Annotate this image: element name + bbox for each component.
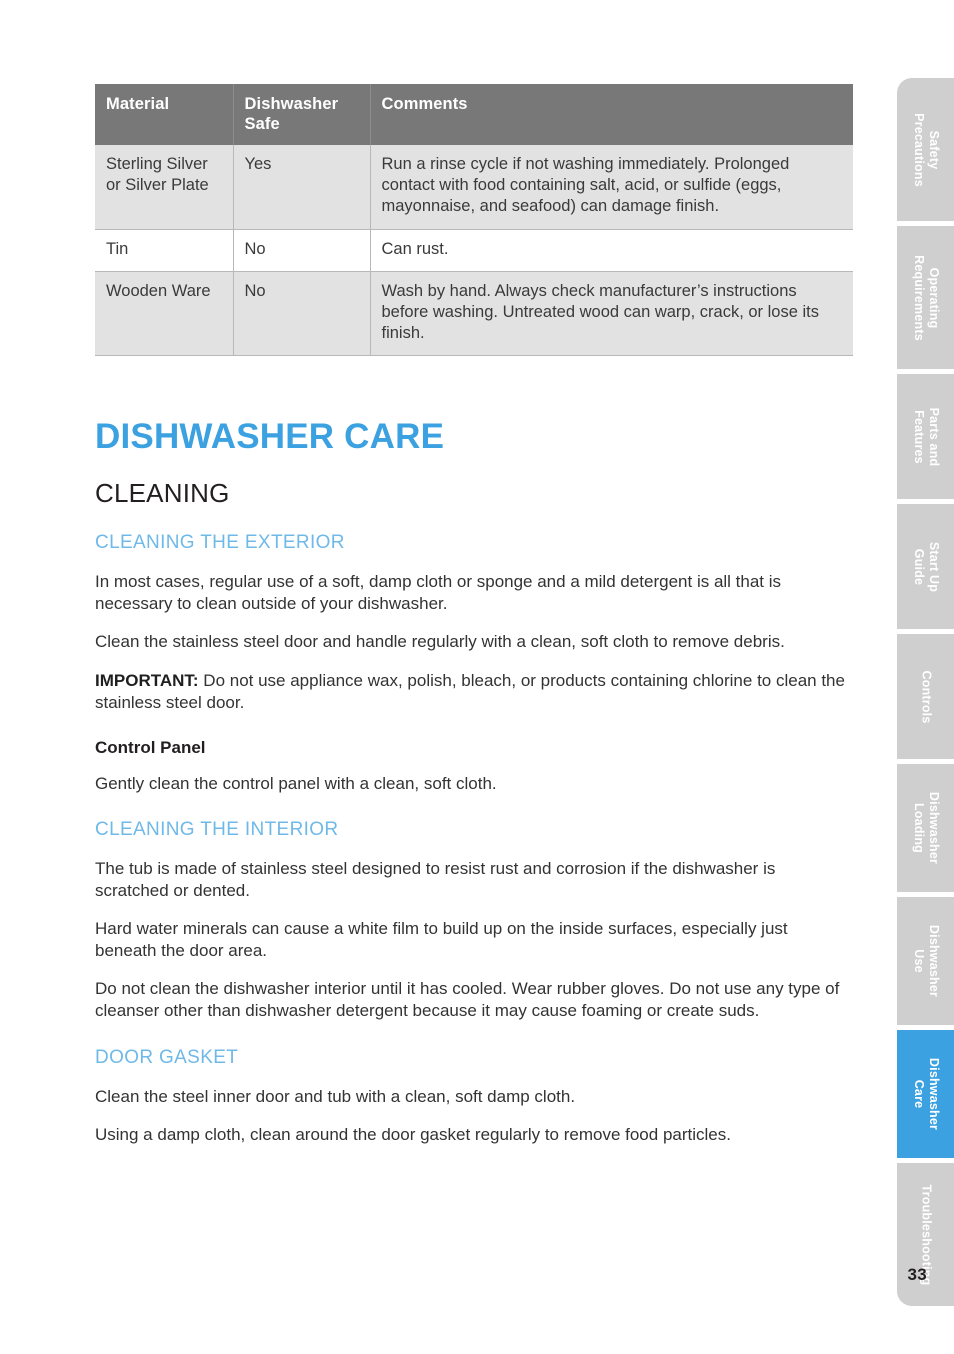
- tab-label: Controls: [918, 670, 933, 723]
- tab-label-line-1: Dishwasher: [926, 791, 941, 865]
- tab-label-line-1: Dishwasher: [926, 924, 941, 998]
- tab-label: Safety Precautions: [911, 113, 941, 187]
- table-row: Wooden Ware No Wash by hand. Always chec…: [95, 271, 853, 357]
- column-header-comments: Comments: [370, 84, 853, 146]
- paragraph-gasket-1: Clean the steel inner door and tub with …: [95, 1086, 576, 1106]
- tab-label-line-2: Loading: [911, 802, 926, 854]
- main-content-column: Material Dishwasher Safe Comments Sterli…: [95, 84, 855, 1146]
- tab-label-line-1: Safety: [926, 130, 941, 169]
- page-number: 33: [907, 1265, 927, 1284]
- paragraph-interior-2: Hard water minerals can cause a white fi…: [95, 919, 788, 960]
- column-header-dishwasher-safe: Dishwasher Safe: [233, 84, 371, 146]
- important-text: Do not use appliance wax, polish, bleach…: [95, 670, 845, 712]
- paragraph-exterior-1: In most cases, regular use of a soft, da…: [95, 572, 782, 613]
- cell-comments: Wash by hand. Always check manufacturer’…: [370, 271, 853, 357]
- tab-label-line-2: Features: [911, 409, 926, 464]
- column-header-line-1: Dishwasher: [244, 95, 339, 113]
- tab-label: Parts and Features: [911, 407, 941, 466]
- tab-label-line-2: Use: [911, 949, 926, 973]
- table-header-row: Material Dishwasher Safe Comments: [95, 84, 853, 146]
- tab-label-line-1: Operating: [926, 267, 941, 328]
- tab-parts-and-features[interactable]: Parts and Features: [897, 374, 954, 499]
- tab-label-line-1: Start Up: [926, 541, 941, 592]
- material-safety-table: Material Dishwasher Safe Comments Sterli…: [95, 84, 853, 357]
- table-header: Material Dishwasher Safe Comments: [95, 84, 853, 146]
- column-header-material: Material: [95, 84, 234, 146]
- subheading-cleaning-the-exterior: CLEANING THE EXTERIOR: [95, 532, 345, 554]
- cell-dishwasher-safe: Yes: [233, 145, 371, 230]
- tab-label-line-2: Precautions: [911, 112, 926, 187]
- tab-dishwasher-loading[interactable]: Dishwasher Loading: [897, 764, 954, 892]
- cell-comments: Can rust.: [370, 229, 853, 272]
- table-row: Tin No Can rust.: [95, 229, 853, 272]
- column-header-line-2: Safe: [244, 115, 280, 134]
- tab-label: Operating Requirements: [911, 255, 941, 341]
- tab-dishwasher-use[interactable]: Dishwasher Use: [897, 897, 954, 1025]
- paragraph-gasket-2: Using a damp cloth, clean around the doo…: [95, 1125, 731, 1145]
- tab-label-line-2: Requirements: [911, 254, 926, 341]
- subheading-cleaning-the-interior: CLEANING THE INTERIOR: [95, 819, 339, 841]
- tab-label: Dishwasher Care: [911, 1058, 941, 1130]
- tab-operating-requirements[interactable]: Operating Requirements: [897, 226, 954, 369]
- page-title: DISHWASHER CARE: [95, 417, 445, 457]
- tab-safety-precautions[interactable]: Safety Precautions: [897, 78, 954, 221]
- cell-dishwasher-safe: No: [233, 271, 371, 357]
- tab-label: Start Up Guide: [911, 541, 941, 591]
- minor-heading-control-panel: Control Panel: [95, 738, 206, 758]
- paragraph-interior-3: Do not clean the dishwasher interior unt…: [95, 979, 840, 1021]
- section-heading-cleaning: CLEANING: [95, 477, 230, 508]
- tab-label-line-2: Care: [911, 1079, 926, 1109]
- tab-label-line-1: Parts and: [926, 407, 941, 466]
- table-row: Sterling Silver or Silver Plate Yes Run …: [95, 145, 853, 230]
- table-body: Sterling Silver or Silver Plate Yes Run …: [95, 145, 853, 357]
- paragraph-exterior-important: IMPORTANT: Do not use appliance wax, pol…: [95, 670, 847, 713]
- section-tab-rail: Safety Precautions Operating Requirement…: [897, 78, 954, 1311]
- tab-start-up-guide[interactable]: Start Up Guide: [897, 504, 954, 629]
- tab-label-line-1: Controls: [918, 670, 933, 723]
- tab-controls[interactable]: Controls: [897, 634, 954, 759]
- tab-label: Dishwasher Loading: [911, 792, 941, 864]
- cell-dishwasher-safe: No: [233, 229, 371, 272]
- paragraph-exterior-2: Clean the stainless steel door and handl…: [95, 632, 785, 652]
- cell-material: Tin: [95, 229, 234, 272]
- document-page: Material Dishwasher Safe Comments Sterli…: [0, 0, 954, 1354]
- paragraph-control-panel: Gently clean the control panel with a cl…: [95, 773, 497, 793]
- tab-label: Dishwasher Use: [911, 925, 941, 997]
- cell-comments: Run a rinse cycle if not washing immedia…: [370, 145, 853, 230]
- paragraph-interior-1: The tub is made of stainless steel desig…: [95, 859, 776, 900]
- cell-material: Wooden Ware: [95, 271, 234, 357]
- subheading-door-gasket: DOOR GASKET: [95, 1046, 239, 1068]
- tab-dishwasher-care[interactable]: Dishwasher Care: [897, 1030, 954, 1158]
- tab-label-line-1: Dishwasher: [926, 1057, 941, 1131]
- tab-label-line-2: Guide: [911, 548, 926, 585]
- important-label: IMPORTANT:: [95, 670, 199, 690]
- cell-material: Sterling Silver or Silver Plate: [95, 145, 234, 230]
